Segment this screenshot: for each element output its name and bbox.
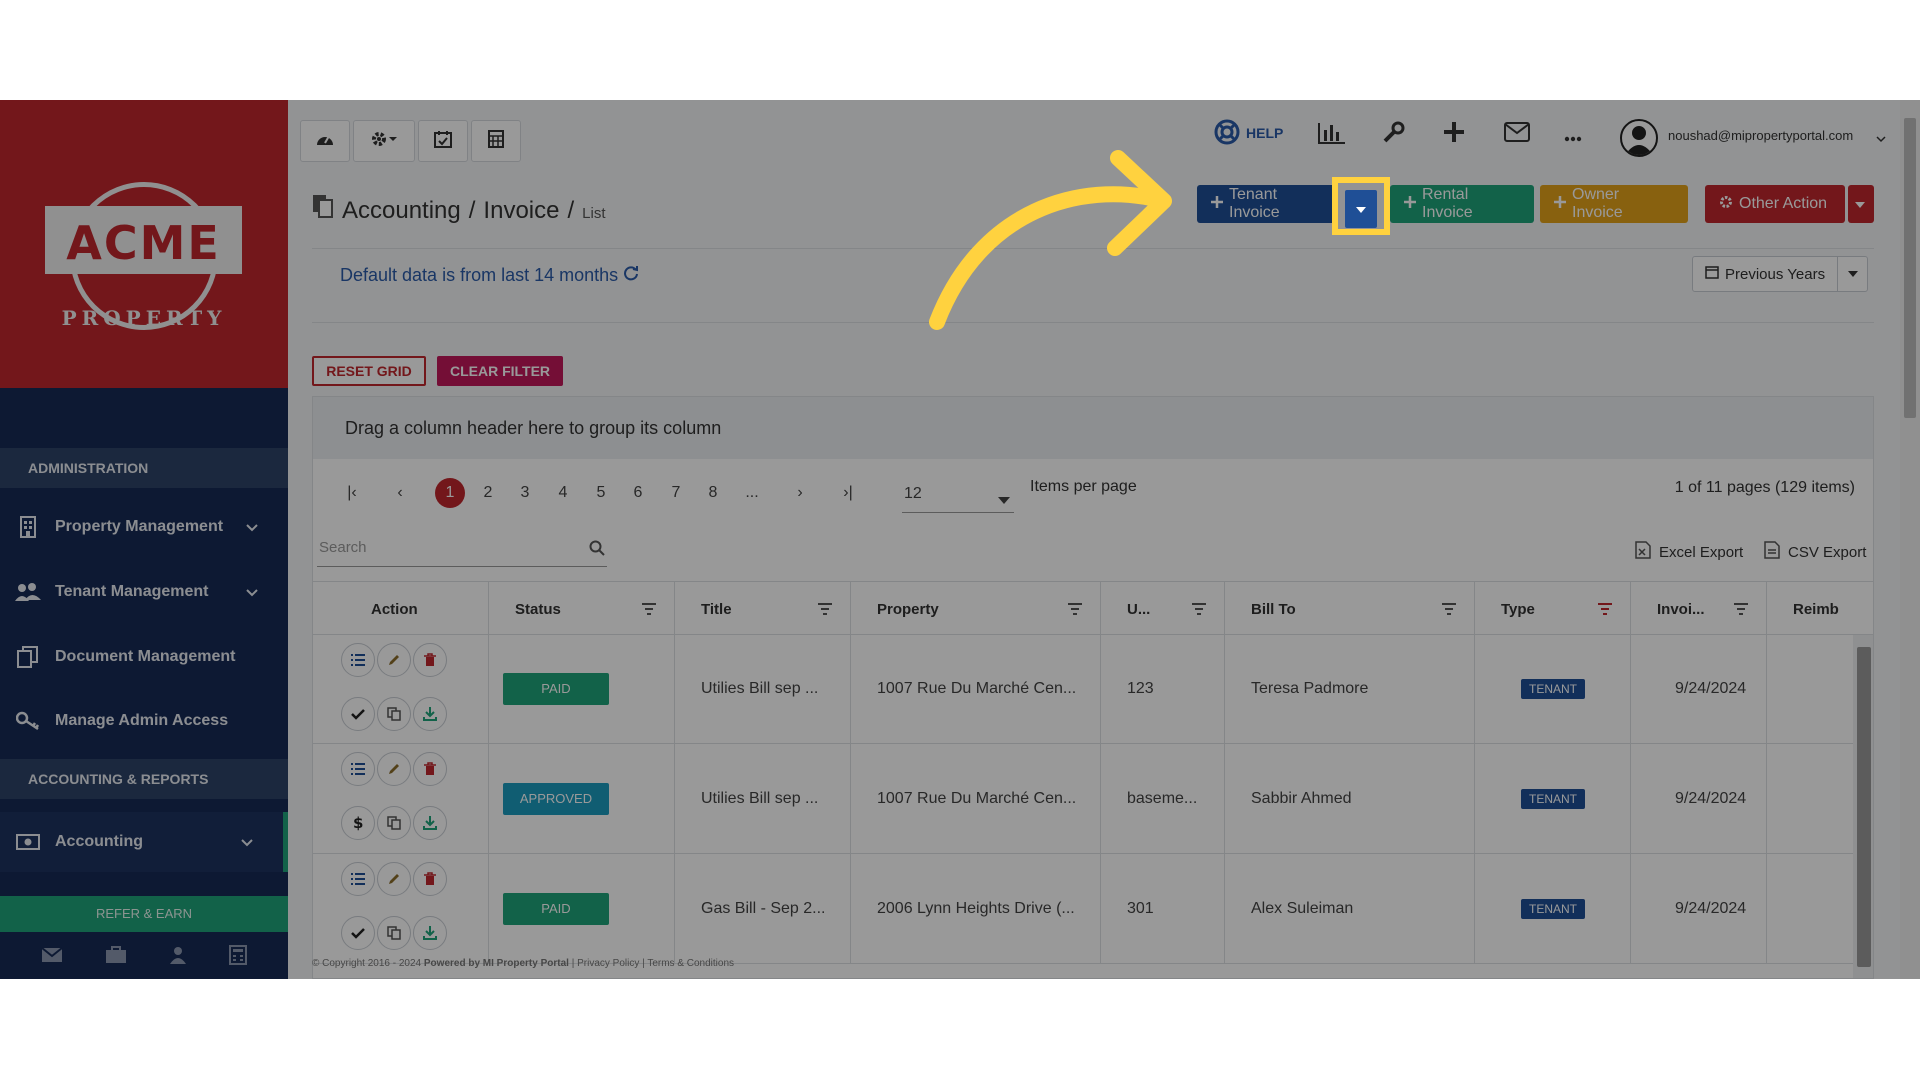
tutorial-arrow-icon — [929, 150, 1172, 330]
app-window: ACME PROPERTY ADMINISTRATION Property Ma… — [0, 100, 1920, 979]
